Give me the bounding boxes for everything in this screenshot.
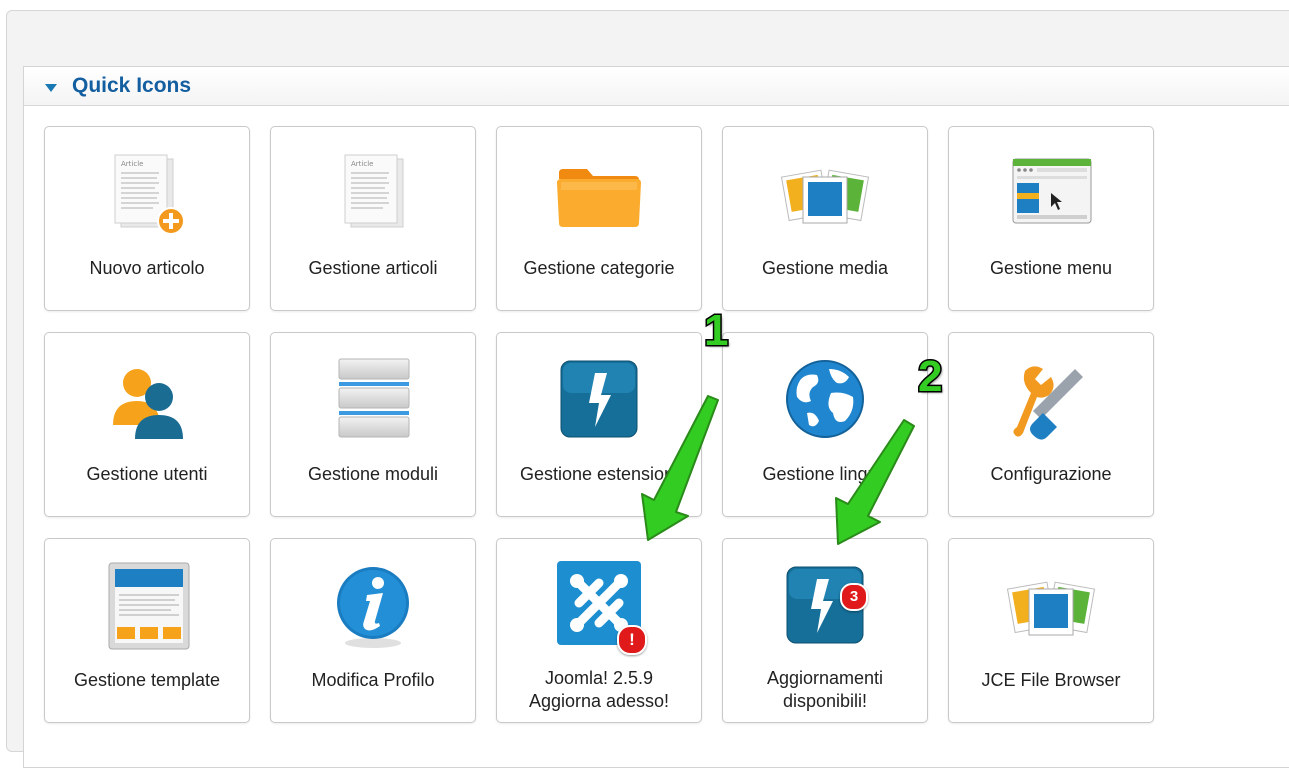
new-article-icon: Article [99,149,195,245]
tile-media[interactable]: Gestione media [722,126,928,311]
users-icon [99,355,195,451]
modules-icon [325,355,421,451]
articles-icon: Article [325,149,421,245]
tile-label: Configurazione [990,464,1112,484]
tile-jce-file-browser[interactable]: JCE File Browser [948,538,1154,723]
tile-configuration[interactable]: Configurazione [948,332,1154,517]
menu-icon [1003,149,1099,245]
tile-label: Gestione moduli [307,464,439,484]
extensions-icon [551,355,647,451]
tile-users[interactable]: Gestione utenti [44,332,250,517]
globe-icon [777,355,873,451]
panel-title: Quick Icons [72,74,192,97]
info-icon [325,561,421,657]
svg-text:Article: Article [121,160,143,168]
panel-header[interactable]: Quick Icons [24,67,1289,106]
tile-label: Gestione categorie [523,258,675,278]
wrench-screwdriver-icon [1003,355,1099,451]
annotation-number-2: 2 [916,351,944,403]
tile-label: Gestione estensioni [519,464,679,484]
tile-categories[interactable]: Gestione categorie [496,126,702,311]
tile-new-article[interactable]: Article Nuovo articolo [44,126,250,311]
template-icon [99,561,195,657]
annotation-number-1: 1 [702,305,730,357]
tile-label: Gestione template [73,670,221,690]
updates-count-badge: 3 [840,583,868,611]
tile-label: Gestione lingua [762,464,888,484]
tile-template[interactable]: Gestione template [44,538,250,723]
tile-modules[interactable]: Gestione moduli [270,332,476,517]
media-icon [777,149,873,245]
tile-label-line2: disponibili! [782,691,868,711]
tile-label: Gestione utenti [86,464,208,484]
tile-label: Modifica Profilo [311,670,435,690]
warning-badge: ! [617,625,647,655]
tile-articles[interactable]: Article Gestione articoli [270,126,476,311]
tile-label: Gestione articoli [308,258,438,278]
tile-label-line1: Joomla! 2.5.9 [544,668,654,688]
tile-label: JCE File Browser [981,670,1121,690]
tile-menu[interactable]: Gestione menu [948,126,1154,311]
tile-label: Nuovo articolo [89,258,205,278]
tile-language[interactable]: Gestione lingua [722,332,928,517]
file-browser-icon [1003,561,1099,657]
tile-extensions[interactable]: Gestione estensioni [496,332,702,517]
collapse-triangle-icon[interactable] [45,84,57,92]
tile-label: Gestione media [761,258,889,278]
tile-label-line1: Aggiornamenti [766,668,884,688]
tile-label: Gestione menu [989,258,1113,278]
tile-label-line2: Aggiorna adesso! [528,691,670,711]
tile-joomla-update[interactable]: ! Joomla! 2.5.9 Aggiorna adesso! [496,538,702,723]
tile-profile[interactable]: Modifica Profilo [270,538,476,723]
tile-extension-updates[interactable]: 3 Aggiornamenti disponibili! [722,538,928,723]
folder-icon [551,149,647,245]
svg-text:Article: Article [351,160,373,168]
